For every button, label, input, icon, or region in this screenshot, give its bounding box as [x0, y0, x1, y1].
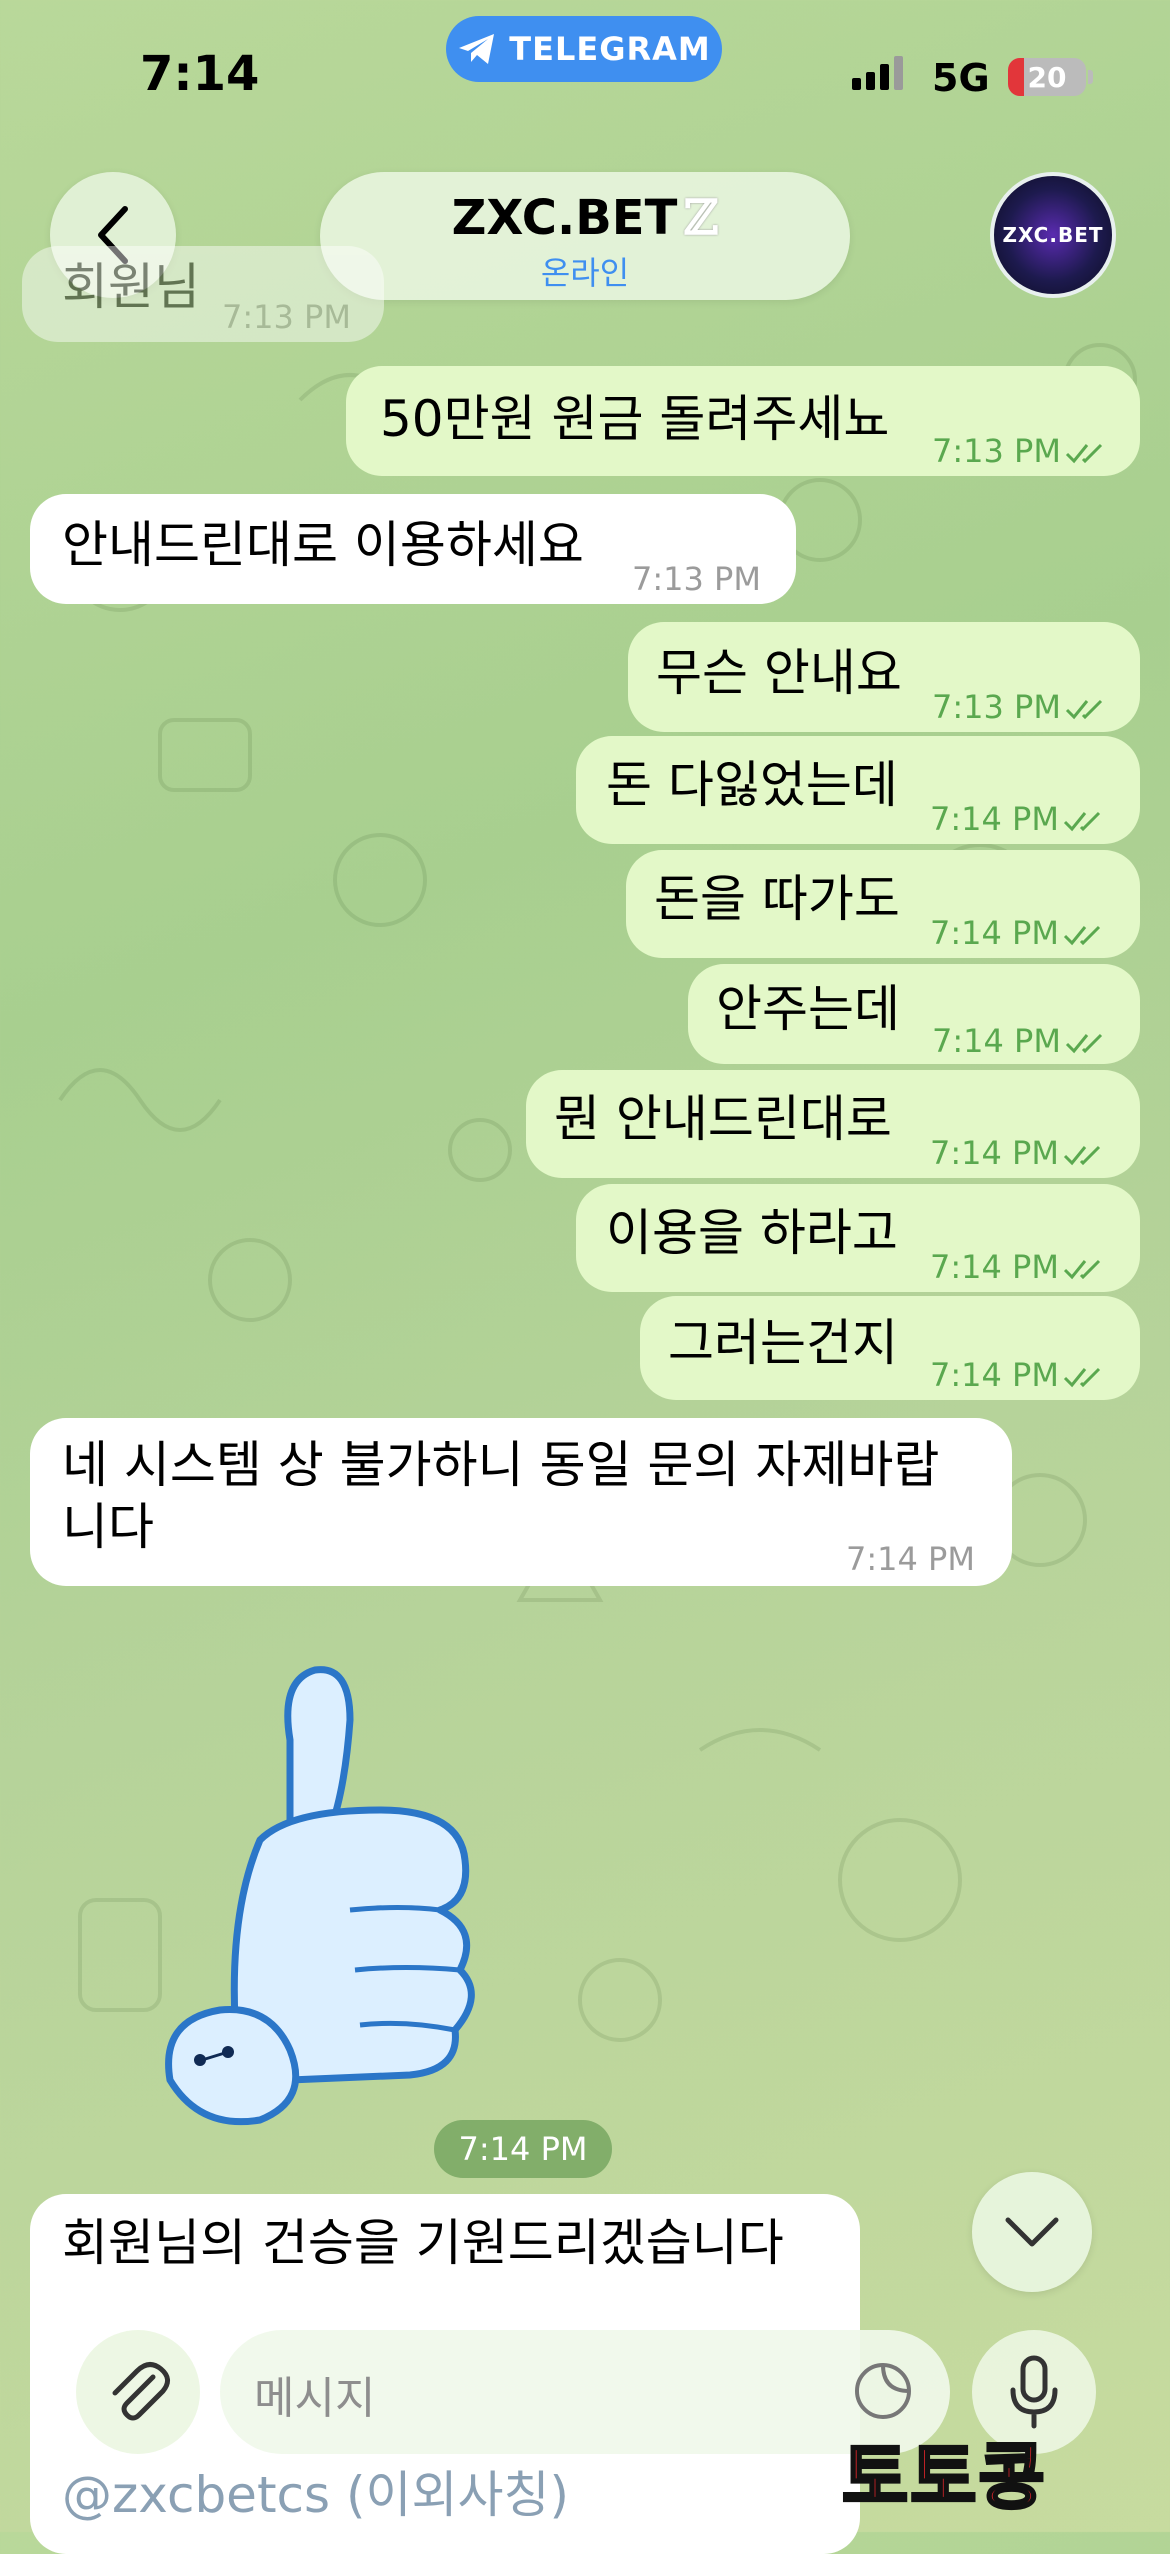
- message-incoming[interactable]: 네 시스템 상 불가하니 동일 문의 자제바랍 니다 7:14 PM: [30, 1418, 1012, 1586]
- message-incoming[interactable]: 안내드린대로 이용하세요 7:13 PM: [30, 494, 796, 604]
- read-ticks-icon: [1065, 443, 1102, 464]
- read-ticks-icon: [1065, 699, 1102, 720]
- telegram-pill-label: TELEGRAM: [509, 30, 711, 68]
- message-outgoing[interactable]: 돈을 따가도 7:14 PM: [626, 850, 1140, 958]
- message-incoming[interactable]: 회원님 7:13 PM: [22, 246, 384, 342]
- avatar[interactable]: ZXC.BET: [990, 172, 1116, 298]
- chevron-down-icon: [1005, 2217, 1059, 2247]
- attach-button[interactable]: [76, 2330, 200, 2454]
- chat-title-pill[interactable]: ZXC.BET ℤ 온라인: [320, 172, 850, 300]
- read-ticks-icon: [1063, 925, 1100, 946]
- message-placeholder: 메시지: [254, 2373, 376, 2424]
- online-status: 온라인: [540, 254, 630, 292]
- message-outgoing[interactable]: 안주는데 7:14 PM: [688, 964, 1140, 1064]
- message-outgoing[interactable]: 뭔 안내드린대로 7:14 PM: [526, 1070, 1140, 1178]
- read-ticks-icon: [1063, 1145, 1100, 1166]
- scroll-down-button[interactable]: [972, 2172, 1092, 2292]
- message-outgoing[interactable]: 이용을 하라고 7:14 PM: [576, 1184, 1140, 1292]
- status-time: 7:14: [140, 46, 260, 102]
- read-ticks-icon: [1063, 1259, 1100, 1280]
- signal-icon: [852, 56, 903, 90]
- read-ticks-icon: [1063, 1367, 1100, 1388]
- telegram-icon: [459, 34, 495, 64]
- read-ticks-icon: [1065, 1033, 1102, 1054]
- sticker-timestamp: 7:14 PM: [434, 2120, 612, 2178]
- watermark-logo: 토토콩: [841, 2434, 1047, 2521]
- message-outgoing[interactable]: 그러는건지 7:14 PM: [640, 1296, 1140, 1400]
- status-bar: 7:14 TELEGRAM 5G 20: [0, 0, 1170, 150]
- avatar-label: ZXC.BET: [1002, 223, 1104, 247]
- message-outgoing[interactable]: 무슨 안내요 7:13 PM: [628, 622, 1140, 732]
- message-outgoing[interactable]: 돈 다잃었는데 7:14 PM: [576, 736, 1140, 844]
- paperclip-icon: [112, 2362, 170, 2421]
- chat-title: ZXC.BET ℤ: [451, 190, 719, 246]
- sticker-icon[interactable]: [852, 2360, 914, 2422]
- network-type: 5G: [932, 56, 990, 100]
- telegram-return-pill[interactable]: TELEGRAM: [446, 16, 722, 82]
- thumbs-up-sticker[interactable]: [140, 1660, 580, 2140]
- battery-percent: 20: [1027, 60, 1067, 94]
- message-input[interactable]: 메시지: [220, 2330, 950, 2454]
- read-ticks-icon: [1063, 811, 1100, 832]
- message-outgoing[interactable]: 50만원 원금 돌려주세뇨 7:13 PM: [346, 366, 1140, 476]
- title-emoji: ℤ: [683, 190, 719, 246]
- battery-icon: 20: [1008, 58, 1086, 96]
